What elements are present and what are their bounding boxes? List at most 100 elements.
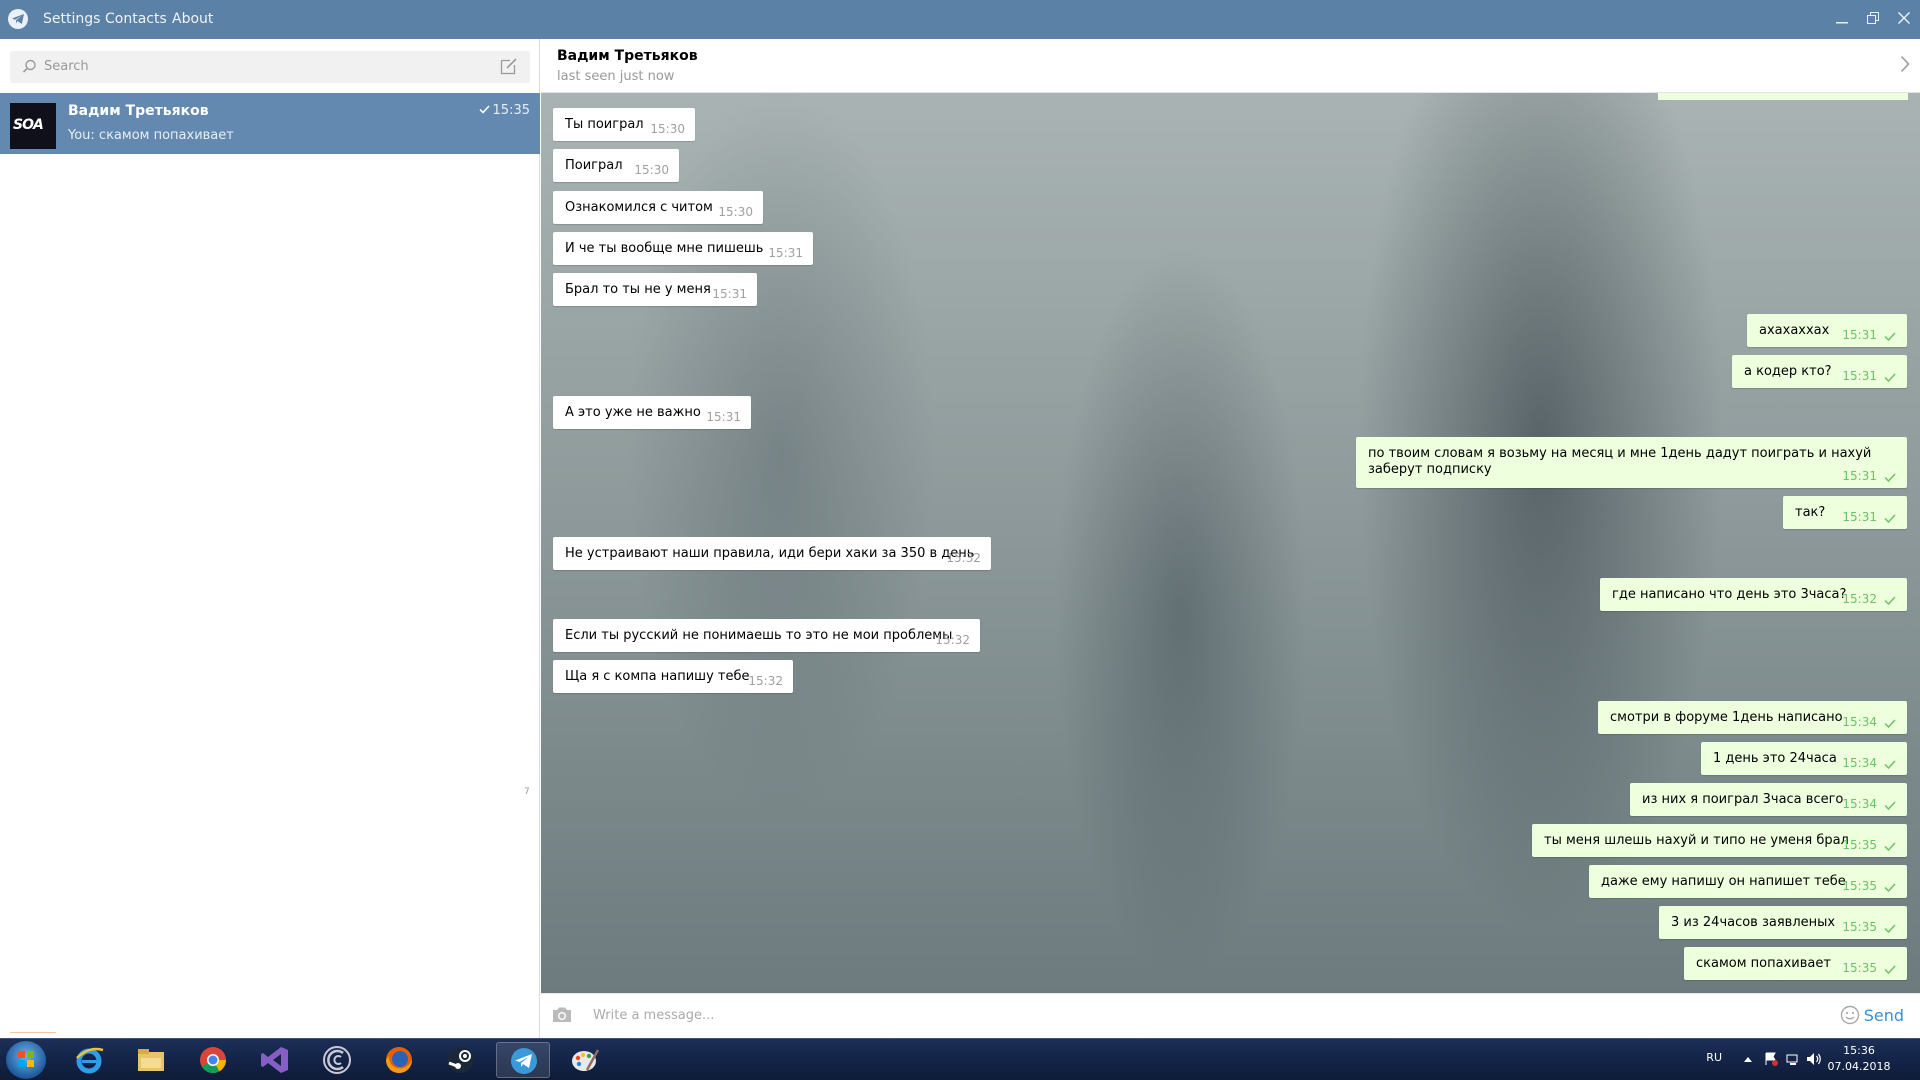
message-bubble[interactable]: Брал то ты не у меня 15:31	[553, 273, 757, 306]
language-indicator[interactable]: RU	[1706, 1051, 1722, 1064]
message-bubble[interactable]: Ща я с компа напишу тебе 15:32	[553, 660, 793, 693]
read-check-icon	[1884, 514, 1896, 523]
telegram-icon[interactable]	[496, 1042, 550, 1078]
close-icon[interactable]	[1893, 8, 1915, 30]
telegram-logo-icon	[8, 9, 28, 29]
message-bubble[interactable]: где написано что день это 3часа? 15:32	[1600, 578, 1907, 611]
message-bubble[interactable]: И че ты вообще мне пишешь 15:31	[553, 232, 813, 265]
search-icon	[22, 59, 37, 78]
message-bubble[interactable]: из них я поиграл 3часа всего 15:34	[1630, 783, 1907, 816]
taskbar: RU 15:36 07.04.2018	[0, 1038, 1920, 1080]
volume-icon[interactable]	[1806, 1052, 1822, 1069]
show-hidden-icons-icon[interactable]	[1744, 1052, 1752, 1065]
message-time: 15:31	[1842, 469, 1877, 483]
message-time: 15:30	[718, 205, 753, 219]
message-bubble[interactable]: Поиграл 15:30	[553, 149, 679, 182]
message-bubble[interactable]: скамом попахивает 15:35	[1684, 947, 1907, 980]
message-text: Не устраивают наши правила, иди бери хак…	[565, 546, 975, 561]
read-check-icon	[1884, 801, 1896, 810]
message-input[interactable]: Write a message...	[593, 1008, 714, 1023]
message-time: 15:35	[1842, 879, 1877, 893]
message-bubble[interactable]: А это уже не важно 15:31	[553, 396, 751, 429]
message-bubble[interactable]: Ознакомился с читом 15:30	[553, 191, 763, 224]
chrome-icon[interactable]	[186, 1042, 240, 1078]
menu-about[interactable]: About	[172, 11, 213, 27]
message-bubble[interactable]: по твоим словам я возьму на месяц и мне …	[1356, 437, 1907, 488]
send-button[interactable]: Send	[1864, 1006, 1904, 1025]
dialog-time: 15:35	[492, 103, 530, 118]
message-bubble[interactable]: даже ему напишу он напишет тебе 15:35	[1589, 865, 1907, 898]
message-bubble[interactable]: а кодер кто? 15:31	[1732, 355, 1907, 388]
dialog-name: Вадим Третьяков	[68, 103, 209, 119]
menu-settings[interactable]: Settings	[43, 11, 100, 27]
read-check-icon	[1884, 842, 1896, 851]
message-time: 15:31	[1842, 510, 1877, 524]
read-check-icon	[1884, 924, 1896, 933]
clock-time[interactable]: 15:36	[1824, 1044, 1894, 1057]
restore-icon[interactable]	[1862, 8, 1884, 30]
clock-date[interactable]: 07.04.2018	[1824, 1060, 1894, 1073]
search-input[interactable]: Search	[44, 59, 89, 74]
message-time: 15:32	[748, 674, 783, 688]
message-time: 15:30	[650, 122, 685, 136]
internet-explorer-icon[interactable]	[62, 1042, 116, 1078]
avatar-text: SOA	[13, 117, 44, 133]
minimize-icon[interactable]	[1831, 8, 1853, 30]
avatar: SOA	[10, 103, 56, 149]
file-explorer-icon[interactable]	[124, 1042, 178, 1078]
chat-title[interactable]: Вадим Третьяков	[557, 48, 698, 64]
message-text: Если ты русский не понимаешь то это не м…	[565, 628, 953, 643]
chat-history[interactable]: Ты поиграл 15:30 Поиграл 15:30 Ознакомился…	[541, 93, 1920, 993]
message-bubble[interactable]: ты меня шлешь нахуй и типо не уменя брал…	[1532, 824, 1907, 857]
message-bubble[interactable]: Ты поиграл 15:30	[553, 108, 695, 141]
read-check-icon	[1884, 332, 1896, 341]
read-check-icon	[1884, 965, 1896, 974]
message-text: из них я поиграл 3часа всего	[1642, 792, 1844, 807]
message-text: А это уже не важно	[565, 405, 701, 420]
message-text: 1 день это 24часа	[1713, 751, 1837, 766]
message-text: Ты поиграл	[565, 117, 644, 132]
action-center-flag-icon[interactable]	[1764, 1052, 1778, 1069]
firefox-icon[interactable]	[372, 1042, 426, 1078]
visual-studio-icon[interactable]	[248, 1042, 302, 1078]
message-time: 15:35	[1842, 920, 1877, 934]
dialog-preview: You: скамом попахивает	[68, 128, 234, 143]
message-time: 15:32	[935, 633, 970, 647]
message-text: Ознакомился с читом	[565, 200, 713, 215]
message-text: Поиграл	[565, 158, 623, 173]
message-time: 15:32	[1842, 592, 1877, 606]
network-icon[interactable]	[1786, 1052, 1800, 1069]
dialog-item[interactable]: SOA Вадим Третьяков You: скамом попахива…	[0, 93, 540, 154]
chevron-right-icon[interactable]	[1900, 55, 1910, 77]
message-bubble[interactable]: 1 день это 24часа 15:34	[1701, 742, 1907, 775]
message-bubble[interactable]: ахахаххах 15:31	[1747, 314, 1907, 347]
message-bubble[interactable]: 3 из 24часов заявленых 15:35	[1659, 906, 1907, 939]
message-text: И че ты вообще мне пишешь	[565, 241, 764, 256]
system-tray: RU 15:36 07.04.2018	[1670, 1039, 1920, 1080]
cortex-icon[interactable]	[310, 1042, 364, 1078]
windows-start-icon[interactable]	[6, 1041, 46, 1079]
message-bubble[interactable]: Не устраивают наши правила, иди бери хак…	[553, 537, 991, 570]
message-time: 15:34	[1842, 715, 1877, 729]
message-text: Брал то ты не у меня	[565, 282, 711, 297]
menu-contacts[interactable]: Contacts	[105, 11, 167, 27]
search-field[interactable]: Search	[10, 51, 530, 83]
camera-icon[interactable]	[551, 1006, 573, 1028]
paint-icon[interactable]	[558, 1042, 612, 1078]
new-message-icon[interactable]	[500, 57, 518, 79]
read-check-icon	[1884, 760, 1896, 769]
chat-header[interactable]: Вадим Третьяков last seen just now	[541, 39, 1920, 93]
read-check-icon	[479, 105, 490, 114]
message-bubble[interactable]: смотри в форуме 1день написано 15:34	[1598, 701, 1907, 734]
message-bubble[interactable]: так? 15:31	[1783, 496, 1907, 529]
message-text: смотри в форуме 1день написано	[1610, 710, 1843, 725]
partial-bubble	[1658, 93, 1908, 100]
message-time: 15:31	[712, 287, 747, 301]
emoji-icon[interactable]	[1840, 1005, 1860, 1029]
message-text: так?	[1795, 505, 1826, 520]
divider	[10, 1032, 56, 1033]
steam-icon[interactable]	[434, 1042, 488, 1078]
message-text: даже ему напишу он напишет тебе	[1601, 874, 1846, 889]
message-bubble[interactable]: Если ты русский не понимаешь то это не м…	[553, 619, 980, 652]
message-text: скамом попахивает	[1696, 956, 1831, 971]
